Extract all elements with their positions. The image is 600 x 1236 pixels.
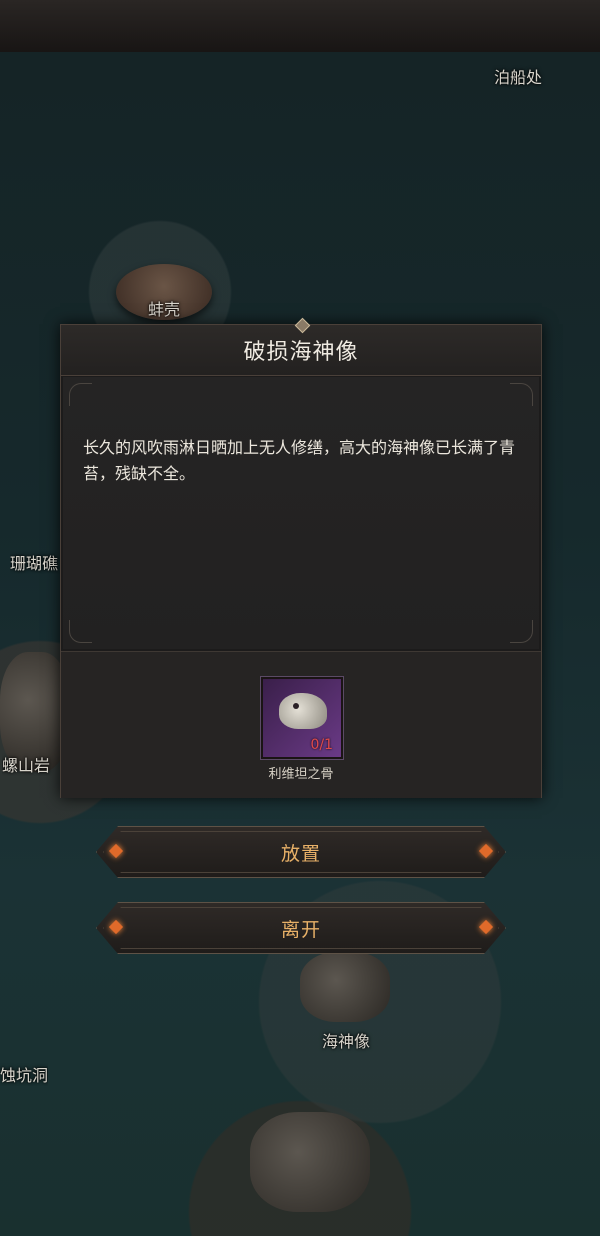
map-label-dock[interactable]: 泊船处 xyxy=(494,64,542,88)
map-label-coral[interactable]: 珊瑚礁 xyxy=(10,550,60,574)
map-label-reef[interactable]: 螺山岩 xyxy=(2,752,58,776)
place-button[interactable]: 放置 xyxy=(96,826,506,878)
gem-icon xyxy=(109,844,123,858)
corner-ornament-icon xyxy=(510,620,533,643)
dragon-skull-icon xyxy=(279,693,327,729)
rock-cluster-icon xyxy=(250,1112,370,1212)
map-label-statue[interactable]: 海神像 xyxy=(322,1028,370,1052)
gem-icon xyxy=(109,920,123,934)
dialog-header: 破损海神像 xyxy=(61,317,541,376)
item-name: 利维坦之骨 xyxy=(268,767,334,782)
gem-icon xyxy=(479,920,493,934)
item-count: 0/1 xyxy=(310,737,333,753)
leave-button-label: 离开 xyxy=(280,918,321,941)
dialog-panel: 破损海神像 长久的风吹雨淋日晒加上无人修缮，高大的海神像已长满了青苔，残缺不全。… xyxy=(60,317,542,798)
map-label-shell[interactable]: 蚌壳 xyxy=(148,296,180,320)
corner-ornament-icon xyxy=(510,383,533,406)
dialog-description: 长久的风吹雨淋日晒加上无人修缮，高大的海神像已长满了青苔，残缺不全。 xyxy=(83,438,516,483)
statue-ruin-icon[interactable] xyxy=(300,952,390,1022)
place-button-label: 放置 xyxy=(280,842,321,865)
gem-icon xyxy=(479,844,493,858)
top-bar xyxy=(0,0,600,54)
dialog-title: 破损海神像 xyxy=(243,340,359,365)
map-label-cave[interactable]: 蚀坑洞 xyxy=(0,1062,48,1086)
leave-button[interactable]: 离开 xyxy=(96,902,506,954)
dialog-body xyxy=(63,377,539,649)
skull-eye xyxy=(293,703,299,709)
required-item-slot[interactable]: 0/1 xyxy=(261,677,343,759)
corner-ornament-icon xyxy=(69,383,92,406)
corner-ornament-icon xyxy=(69,620,92,643)
